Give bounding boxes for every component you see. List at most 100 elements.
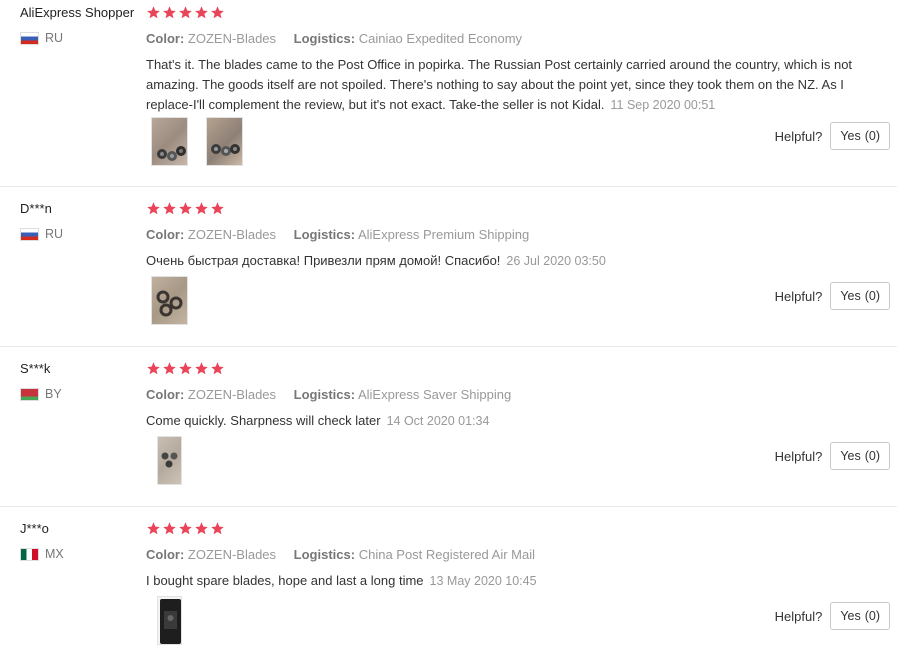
star-icon <box>147 522 160 535</box>
logistics-label: Logistics: <box>293 31 356 46</box>
review-photo-thumbnail[interactable] <box>151 117 188 166</box>
logistics-value: AliExpress Premium Shipping <box>357 227 530 242</box>
color-value: ZOZEN-Blades <box>187 387 277 402</box>
review-photo-thumbnail[interactable] <box>151 276 188 325</box>
review-item: J***o MX Color: ZOZEN-Blades Logistics: … <box>0 516 897 660</box>
order-info: Color: ZOZEN-Blades Logistics: China Pos… <box>146 547 866 562</box>
russia-flag-icon <box>20 31 39 45</box>
review-text: Очень быстрая доставка! Привезли прям до… <box>146 251 864 271</box>
helpful-yes-button[interactable]: Yes (0) <box>830 122 890 150</box>
order-info: Color: ZOZEN-Blades Logistics: AliExpres… <box>146 227 866 242</box>
color-label: Color: <box>146 387 185 402</box>
review-date: 11 Sep 2020 00:51 <box>610 98 716 112</box>
country-code: RU <box>45 31 64 45</box>
star-icon <box>211 6 224 19</box>
star-icon <box>179 522 192 535</box>
country-code: BY <box>45 387 62 401</box>
helpful-section: Helpful? Yes (0) <box>775 122 890 150</box>
reviewer-country: BY <box>20 387 145 401</box>
yes-label: Yes <box>840 289 861 303</box>
helpful-yes-button[interactable]: Yes (0) <box>830 282 890 310</box>
star-icon <box>163 6 176 19</box>
review-item: AliExpress Shopper RU Color: ZOZEN-Blade… <box>0 0 897 187</box>
star-rating <box>146 521 866 536</box>
star-icon <box>163 362 176 375</box>
review-body: Come quickly. Sharpness will check later <box>146 413 381 428</box>
color-value: ZOZEN-Blades <box>187 227 277 242</box>
helpful-label: Helpful? <box>774 288 823 304</box>
review-body: I bought spare blades, hope and last a l… <box>146 573 424 588</box>
star-rating <box>146 361 866 376</box>
blades-photo-icon <box>161 452 178 468</box>
country-code: RU <box>45 227 64 241</box>
star-icon <box>211 522 224 535</box>
blades-photo-icon <box>157 146 186 161</box>
star-icon <box>211 202 224 215</box>
review-photo-thumbnail[interactable] <box>157 436 182 485</box>
review-photo-thumbnail[interactable] <box>157 596 182 645</box>
star-icon <box>195 202 208 215</box>
logistics-value: China Post Registered Air Mail <box>358 547 536 562</box>
review-date: 13 May 2020 10:45 <box>429 574 537 588</box>
helpful-count: (0) <box>864 609 880 623</box>
review-photos <box>157 436 182 485</box>
mexico-flag-icon <box>20 547 39 561</box>
reviewer-name: J***o <box>20 521 49 536</box>
star-icon <box>163 522 176 535</box>
color-value: ZOZEN-Blades <box>187 31 277 46</box>
blades-photo-icon <box>156 290 183 317</box>
star-icon <box>179 6 192 19</box>
star-icon <box>179 362 192 375</box>
helpful-count: (0) <box>864 129 880 143</box>
color-label: Color: <box>146 31 185 46</box>
reviewer-info: J***o MX <box>20 521 145 561</box>
review-content: Color: ZOZEN-Blades Logistics: Cainiao E… <box>146 5 866 115</box>
star-icon <box>163 202 176 215</box>
logistics-label: Logistics: <box>293 547 356 562</box>
helpful-label: Helpful? <box>774 608 823 624</box>
helpful-count: (0) <box>864 449 880 463</box>
star-icon <box>179 202 192 215</box>
review-content: Color: ZOZEN-Blades Logistics: AliExpres… <box>146 201 866 271</box>
logistics-label: Logistics: <box>293 227 356 242</box>
reviewer-country: RU <box>20 227 145 241</box>
helpful-label: Helpful? <box>774 128 823 144</box>
reviewer-info: D***n RU <box>20 201 145 241</box>
star-icon <box>195 522 208 535</box>
review-photos <box>151 117 243 166</box>
review-text: I bought spare blades, hope and last a l… <box>146 571 864 591</box>
review-photo-thumbnail[interactable] <box>206 117 243 166</box>
color-value: ZOZEN-Blades <box>187 547 277 562</box>
star-icon <box>195 6 208 19</box>
reviewer-info: S***k BY <box>20 361 145 401</box>
reviewer-country: RU <box>20 31 145 45</box>
review-date: 14 Oct 2020 01:34 <box>386 414 490 428</box>
star-icon <box>147 362 160 375</box>
review-text: Come quickly. Sharpness will check later… <box>146 411 864 431</box>
helpful-section: Helpful? Yes (0) <box>775 282 890 310</box>
belarus-flag-icon <box>20 387 39 401</box>
reviewer-info: AliExpress Shopper RU <box>20 5 145 45</box>
helpful-yes-button[interactable]: Yes (0) <box>830 602 890 630</box>
helpful-yes-button[interactable]: Yes (0) <box>830 442 890 470</box>
review-photos <box>157 596 182 645</box>
review-body: Очень быстрая доставка! Привезли прям до… <box>146 253 501 268</box>
russia-flag-icon <box>20 227 39 241</box>
yes-label: Yes <box>840 609 861 623</box>
star-icon <box>211 362 224 375</box>
star-rating <box>146 5 866 20</box>
review-content: Color: ZOZEN-Blades Logistics: China Pos… <box>146 521 866 591</box>
review-date: 26 Jul 2020 03:50 <box>506 254 606 268</box>
helpful-label: Helpful? <box>774 448 823 464</box>
color-label: Color: <box>146 547 185 562</box>
review-body: That's it. The blades came to the Post O… <box>146 57 853 112</box>
helpful-section: Helpful? Yes (0) <box>775 602 890 630</box>
helpful-count: (0) <box>864 289 880 303</box>
review-item: D***n RU Color: ZOZEN-Blades Logistics: … <box>0 196 897 347</box>
package-photo-icon <box>160 599 181 644</box>
blades-photo-icon <box>211 144 240 156</box>
review-feed: AliExpress Shopper RU Color: ZOZEN-Blade… <box>0 0 897 660</box>
reviewer-name: AliExpress Shopper <box>20 5 135 20</box>
country-code: MX <box>45 547 64 561</box>
logistics-label: Logistics: <box>293 387 356 402</box>
